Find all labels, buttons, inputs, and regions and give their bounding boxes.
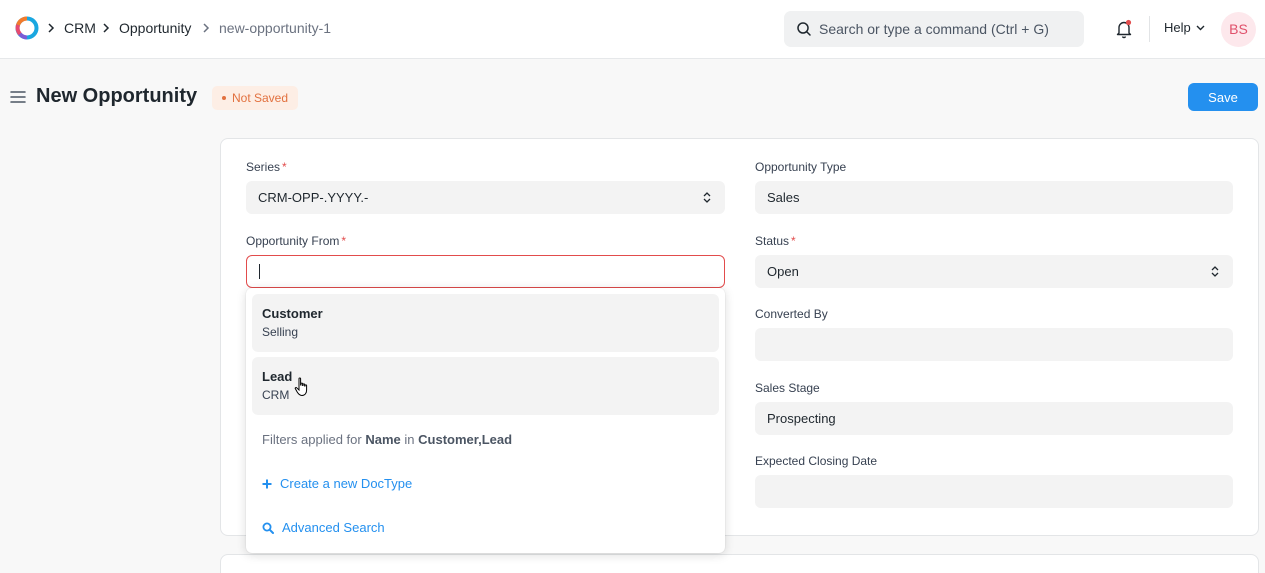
dropdown-item-subtitle: CRM [262, 388, 290, 402]
save-button[interactable]: Save [1188, 83, 1258, 111]
sales-stage-input[interactable]: Prospecting [755, 402, 1233, 435]
breadcrumb-current: new-opportunity-1 [219, 20, 332, 36]
awesomebar-search[interactable]: Search or type a command (Ctrl + G) [784, 11, 1084, 47]
series-label-text: Series [246, 160, 281, 174]
search-placeholder: Search or type a command (Ctrl + G) [819, 21, 1049, 37]
status-value: Open [767, 264, 799, 279]
sidebar-toggle-icon[interactable] [10, 90, 26, 104]
search-icon [797, 22, 811, 36]
dropdown-item-lead[interactable]: Lead CRM [252, 357, 719, 415]
chevron-right-icon [203, 23, 210, 33]
search-icon [262, 522, 274, 534]
advanced-search-label: Advanced Search [282, 520, 385, 535]
required-marker: * [341, 234, 347, 248]
advanced-search-link[interactable]: Advanced Search [262, 520, 385, 535]
chevron-right-icon [48, 23, 55, 33]
dropdown-item-title: Lead [262, 369, 293, 384]
breadcrumb-crm[interactable]: CRM [64, 20, 96, 36]
dropdown-item-subtitle: Selling [262, 325, 299, 339]
expected-closing-date-input[interactable] [755, 475, 1233, 508]
converted-by-input[interactable] [755, 328, 1233, 361]
required-marker: * [282, 160, 287, 174]
status-badge: Not Saved [212, 86, 299, 110]
text-caret [259, 264, 260, 279]
opportunity-type-value: Sales [767, 190, 800, 205]
opportunity-from-input[interactable] [246, 255, 725, 288]
select-arrows-icon [1211, 266, 1219, 277]
breadcrumb-opportunity[interactable]: Opportunity [119, 20, 191, 36]
filter-doctypes: Customer,Lead [418, 432, 513, 447]
dropdown-item-title: Customer [262, 306, 323, 321]
help-dropdown[interactable]: Help [1164, 20, 1191, 35]
series-label: Series * [246, 160, 287, 174]
select-arrows-icon [703, 192, 711, 203]
sales-stage-value: Prospecting [767, 411, 836, 426]
status-select[interactable]: Open [755, 255, 1233, 288]
opportunity-from-label: Opportunity From * [246, 234, 346, 248]
user-avatar[interactable]: BS [1221, 12, 1256, 47]
dropdown-item-customer[interactable]: Customer Selling [252, 294, 719, 352]
create-new-doctype-link[interactable]: Create a new DocType [262, 476, 412, 491]
opportunity-type-label: Opportunity Type [755, 160, 847, 174]
filter-middle: in [404, 432, 415, 447]
status-label: Status * [755, 234, 796, 248]
series-select[interactable]: CRM-OPP-.YYYY.- [246, 181, 725, 214]
opportunity-type-input[interactable]: Sales [755, 181, 1233, 214]
status-badge-label: Not Saved [232, 91, 289, 105]
page-title: New Opportunity [36, 85, 198, 107]
converted-by-label: Converted By [755, 307, 828, 321]
chevron-down-icon[interactable] [1196, 25, 1205, 31]
plus-icon [262, 479, 272, 489]
create-new-doctype-label: Create a new DocType [280, 476, 413, 491]
sales-stage-label: Sales Stage [755, 381, 820, 395]
status-dot-icon [222, 95, 226, 100]
notification-bell-icon[interactable] [1114, 18, 1134, 40]
form-section-next [220, 554, 1259, 573]
filter-field: Name [365, 432, 401, 447]
required-marker: * [791, 234, 796, 248]
filter-prefix: Filters applied for [262, 432, 362, 447]
link-autocomplete-dropdown: Customer Selling Lead CRM Filters applie… [246, 288, 725, 553]
status-label-text: Status [755, 234, 790, 248]
navbar: CRM Opportunity new-opportunity-1 Search… [0, 0, 1265, 59]
opportunity-from-label-text: Opportunity From [246, 234, 340, 248]
navbar-divider [1149, 16, 1150, 42]
chevron-right-icon [103, 23, 110, 33]
filters-applied-note: Filters applied for Name in Customer,Lea… [262, 432, 512, 447]
series-value: CRM-OPP-.YYYY.- [258, 190, 369, 205]
expected-closing-date-label: Expected Closing Date [755, 454, 878, 468]
app-logo-icon[interactable] [14, 15, 40, 41]
